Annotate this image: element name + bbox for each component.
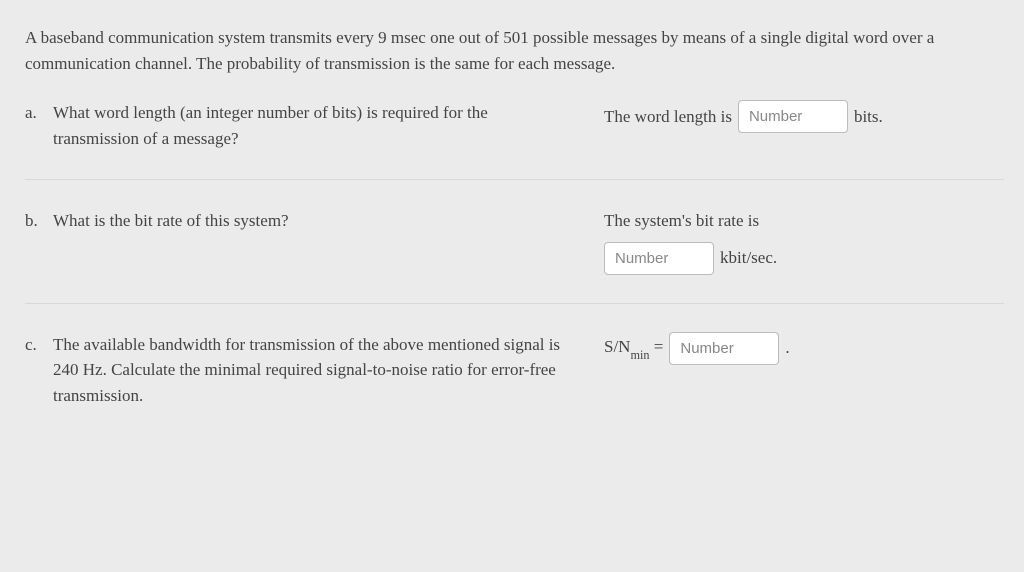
part-c-answer-prefix: S/Nmin = bbox=[604, 334, 663, 362]
part-a-answer: The word length is bits. bbox=[604, 100, 1004, 151]
parts-list: a. What word length (an integer number o… bbox=[25, 100, 1004, 436]
part-a-label: a. bbox=[25, 100, 53, 151]
part-b-answer: The system's bit rate is kbit/sec. bbox=[604, 208, 1004, 275]
part-c-question: The available bandwidth for transmission… bbox=[53, 332, 584, 409]
part-a-input[interactable] bbox=[738, 100, 848, 133]
part-c-label: c. bbox=[25, 332, 53, 409]
problem-intro: A baseband communication system transmit… bbox=[25, 25, 1004, 76]
part-c-answer: S/Nmin = . bbox=[604, 332, 1004, 409]
part-b-label: b. bbox=[25, 208, 53, 275]
part-a-answer-suffix: bits. bbox=[854, 104, 883, 130]
part-c: c. The available bandwidth for transmiss… bbox=[25, 332, 1004, 437]
part-b-answer-lead: The system's bit rate is bbox=[604, 208, 1004, 234]
part-a-question: What word length (an integer number of b… bbox=[53, 100, 584, 151]
part-a: a. What word length (an integer number o… bbox=[25, 100, 1004, 180]
part-c-input[interactable] bbox=[669, 332, 779, 365]
part-b-answer-suffix: kbit/sec. bbox=[720, 245, 777, 271]
part-c-answer-suffix: . bbox=[785, 335, 789, 361]
part-b: b. What is the bit rate of this system? … bbox=[25, 208, 1004, 304]
part-b-question: What is the bit rate of this system? bbox=[53, 208, 584, 275]
part-a-answer-prefix: The word length is bbox=[604, 104, 732, 130]
part-b-input[interactable] bbox=[604, 242, 714, 275]
